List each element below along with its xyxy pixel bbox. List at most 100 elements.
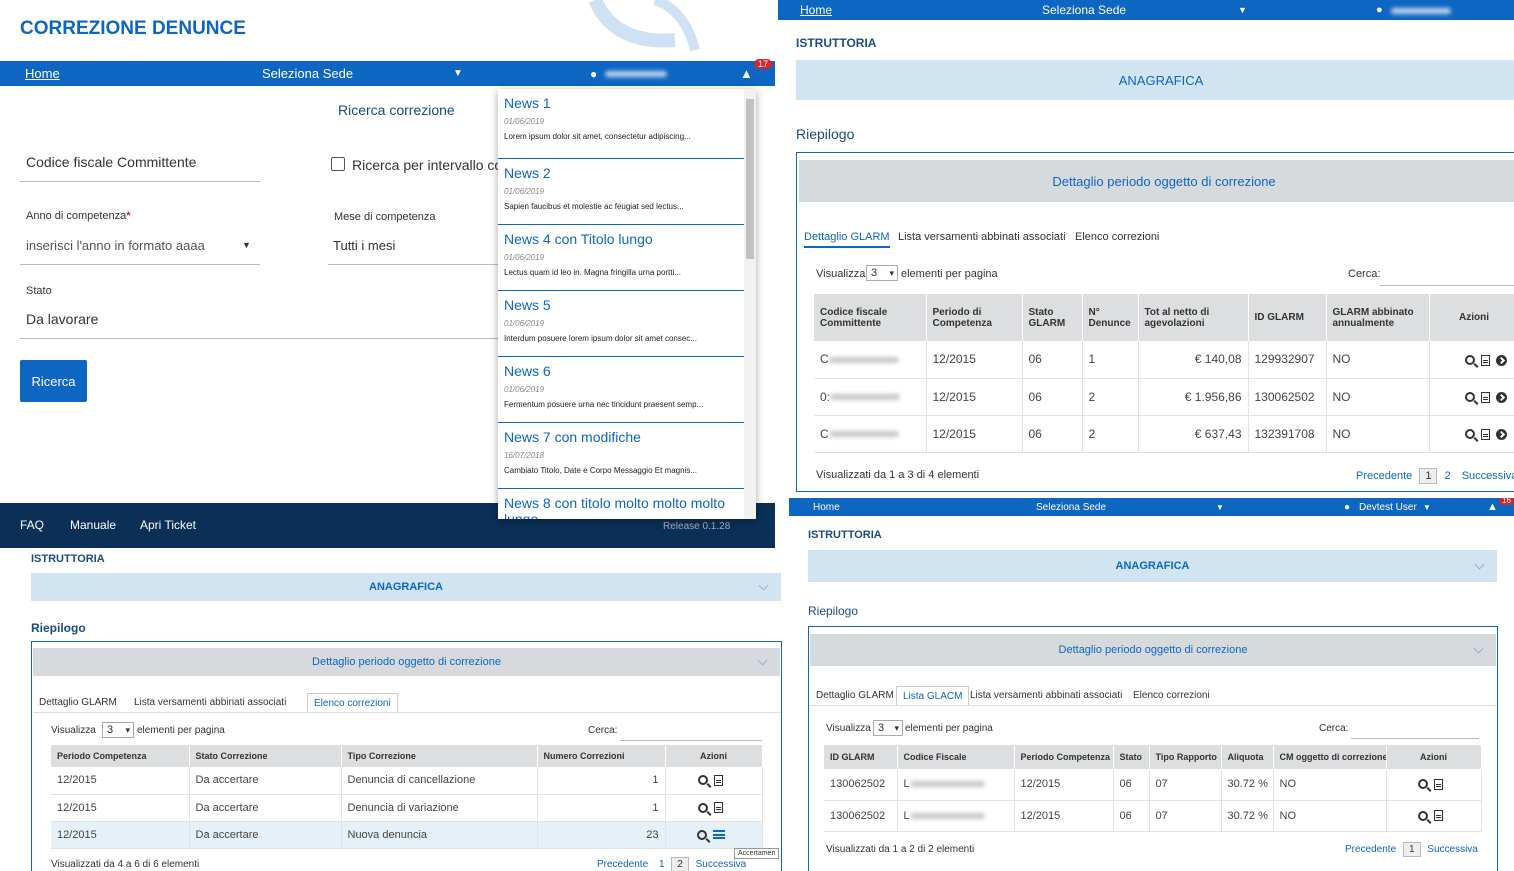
chevron-down-icon[interactable]: ▼ (242, 240, 251, 250)
bell-icon[interactable]: ▲ (1487, 501, 1498, 513)
document-icon[interactable] (1434, 810, 1443, 822)
news-item[interactable]: News 8 con titolo molto molto molto lung… (498, 489, 744, 519)
news-item[interactable]: News 4 con Titolo lungo 01/06/2019 Lectu… (498, 225, 744, 291)
list-icon[interactable] (712, 830, 725, 840)
pager-next[interactable]: Successiva (1462, 470, 1514, 482)
footer-manuale-link[interactable]: Manuale (70, 518, 116, 532)
footer-ticket-link[interactable]: Apri Ticket (140, 518, 196, 532)
nav-home-link[interactable]: Home (813, 502, 840, 513)
nav-sede-select[interactable]: Seleziona Sede (1042, 3, 1126, 17)
col-aliquota[interactable]: Aliquota (1221, 745, 1274, 769)
document-icon[interactable] (1480, 428, 1490, 440)
news-item[interactable]: News 5 01/06/2019 Interdum posuere lorem… (498, 291, 744, 357)
tab-lista-glacm[interactable]: Lista GLACM (896, 686, 970, 706)
search-icon[interactable] (698, 802, 708, 813)
search-icon[interactable] (1464, 392, 1475, 403)
bell-icon[interactable]: ▲ (740, 66, 753, 81)
document-icon[interactable] (1434, 778, 1443, 790)
search-icon[interactable] (1418, 810, 1428, 821)
anagrafica-accordion[interactable]: ANAGRAFICA (808, 550, 1497, 582)
pager-page-1[interactable]: 1 (1402, 842, 1421, 857)
mese-select[interactable]: Tutti i mesi (333, 238, 395, 253)
user-icon[interactable]: ● (590, 67, 597, 81)
search-icon[interactable] (698, 775, 708, 786)
col-stato[interactable]: Stato Correzione (189, 745, 342, 767)
pager-prev[interactable]: Precedente (597, 859, 648, 870)
codice-fiscale-input[interactable] (20, 181, 260, 182)
pager-page-2[interactable]: 2 (1445, 470, 1451, 482)
search-input[interactable] (620, 740, 762, 741)
nav-home-link[interactable]: Home (800, 3, 832, 17)
user-icon[interactable]: ● (1376, 4, 1383, 16)
pager-prev[interactable]: Precedente (1345, 844, 1396, 855)
col-codice-fiscale[interactable]: Codice Fiscale (897, 745, 1015, 769)
user-icon[interactable]: ● (1344, 502, 1350, 513)
tab-lista-versamenti[interactable]: Lista versamenti abbinati associati (898, 231, 1066, 243)
tab-lista-versamenti[interactable]: Lista versamenti abbinati associati (970, 690, 1122, 701)
col-stato[interactable]: Stato GLARM (1022, 294, 1083, 341)
tab-dettaglio-glarm[interactable]: Dettaglio GLARM (804, 231, 890, 248)
col-numero[interactable]: Numero Correzioni (537, 745, 666, 767)
user-name[interactable]: Devtest User (1359, 502, 1417, 513)
tab-dettaglio-glarm[interactable]: Dettaglio GLARM (39, 697, 117, 708)
pager-next[interactable]: Successiva (1427, 844, 1478, 855)
anagrafica-accordion[interactable]: ANAGRAFICA (796, 60, 1514, 100)
document-icon[interactable] (714, 774, 723, 786)
dettaglio-accordion[interactable]: Dettaglio periodo oggetto di correzione (33, 648, 780, 676)
search-input[interactable] (1380, 285, 1514, 286)
document-icon[interactable] (1480, 354, 1490, 366)
scrollbar-thumb[interactable] (746, 99, 754, 259)
page-size-select[interactable]: 3 (873, 720, 903, 736)
chevron-down-icon[interactable]: ▼ (453, 68, 463, 79)
chevron-down-icon[interactable]: ▼ (1423, 503, 1431, 512)
col-id-glarm[interactable]: ID GLARM (824, 745, 898, 769)
document-icon[interactable] (1480, 391, 1490, 403)
user-name-blurred[interactable] (1391, 3, 1451, 17)
nav-sede-select[interactable]: Seleziona Sede (1036, 502, 1106, 513)
pager-page-1[interactable]: 1 (1419, 468, 1438, 484)
search-icon[interactable] (1464, 429, 1475, 440)
arrow-right-icon[interactable] (1495, 428, 1507, 440)
col-tipo[interactable]: Tipo Correzione (341, 745, 538, 767)
footer-faq-link[interactable]: FAQ (20, 518, 44, 532)
tab-dettaglio-glarm[interactable]: Dettaglio GLARM (816, 690, 894, 701)
tab-elenco-correzioni[interactable]: Elenco correzioni (1133, 690, 1210, 701)
col-cm[interactable]: CM oggetto di correzione (1273, 745, 1387, 769)
news-item[interactable]: News 1 01/06/2019 Lorem ipsum dolor sit … (498, 89, 744, 159)
tab-elenco-correzioni[interactable]: Elenco correzioni (1075, 231, 1159, 243)
stato-select[interactable]: Da lavorare (26, 311, 98, 327)
tab-elenco-correzioni[interactable]: Elenco correzioni (307, 693, 398, 713)
col-periodo[interactable]: Periodo di Competenza (926, 294, 1023, 341)
col-periodo[interactable]: Periodo Competenza (51, 745, 190, 767)
dettaglio-accordion[interactable]: Dettaglio periodo oggetto di correzione (810, 634, 1496, 666)
pager-page-2[interactable]: 2 (671, 857, 689, 871)
pager-page-1[interactable]: 1 (659, 859, 665, 870)
arrow-right-icon[interactable] (1495, 354, 1507, 366)
col-periodo[interactable]: Periodo Competenza (1014, 745, 1114, 769)
interval-checkbox[interactable] (331, 157, 345, 171)
document-icon[interactable] (714, 802, 723, 814)
col-tot[interactable]: Tot al netto di agevolazioni (1138, 294, 1249, 341)
search-input[interactable] (1351, 738, 1479, 739)
page-size-select[interactable]: 3 (102, 722, 134, 738)
dettaglio-accordion[interactable]: Dettaglio periodo oggetto di correzione (799, 160, 1514, 202)
col-codice-fiscale[interactable]: Codice fiscale Committente (814, 294, 927, 341)
arrow-right-icon[interactable] (1495, 391, 1507, 403)
col-stato[interactable]: Stato (1113, 745, 1150, 769)
anno-select[interactable]: inserisci l'anno in formato aaaa (26, 238, 205, 253)
nav-sede-select[interactable]: Seleziona Sede (262, 66, 353, 81)
chevron-down-icon[interactable]: ▼ (1238, 5, 1247, 15)
ricerca-button[interactable]: Ricerca (20, 360, 87, 402)
search-icon[interactable] (1418, 779, 1428, 790)
tab-lista-versamenti[interactable]: Lista versamenti abbinati associati (134, 697, 286, 708)
anagrafica-accordion[interactable]: ANAGRAFICA (31, 573, 781, 601)
col-abbinato[interactable]: GLARM abbinato annualmente (1326, 294, 1430, 341)
col-id-glarm[interactable]: ID GLARM (1248, 294, 1327, 341)
news-item[interactable]: News 2 01/06/2019 Sapien faucibus et mol… (498, 159, 744, 225)
pager-prev[interactable]: Precedente (1356, 470, 1412, 482)
nav-home-link[interactable]: Home (25, 66, 60, 81)
news-scrollbar[interactable] (744, 89, 756, 519)
chevron-down-icon[interactable]: ▼ (1216, 503, 1224, 512)
search-icon[interactable] (696, 829, 707, 840)
pager-next[interactable]: Successiva (696, 859, 747, 870)
